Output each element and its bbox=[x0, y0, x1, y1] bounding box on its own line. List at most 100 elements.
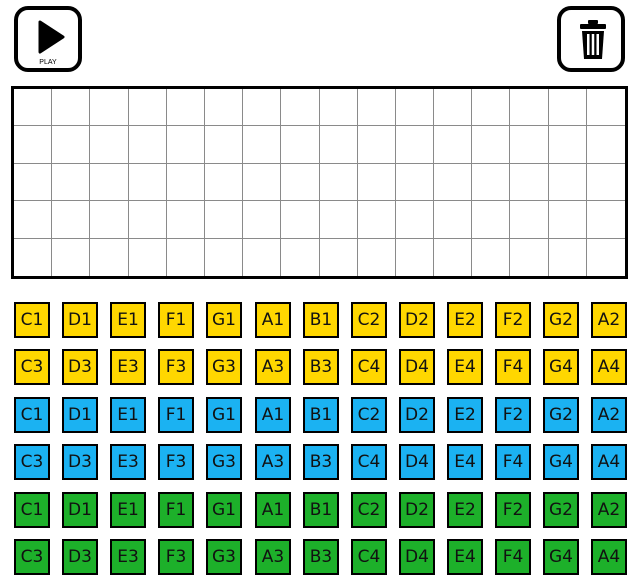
grid-cell[interactable] bbox=[587, 239, 625, 276]
note-button-e1[interactable]: E1 bbox=[110, 302, 146, 338]
note-button-c1[interactable]: C1 bbox=[14, 397, 50, 433]
grid-cell[interactable] bbox=[510, 126, 549, 164]
grid-cell[interactable] bbox=[52, 89, 91, 127]
note-button-a3[interactable]: A3 bbox=[255, 539, 291, 575]
grid-cell[interactable] bbox=[281, 89, 320, 127]
grid-cell[interactable] bbox=[472, 126, 511, 164]
note-button-b1[interactable]: B1 bbox=[303, 492, 339, 528]
note-button-e2[interactable]: E2 bbox=[447, 492, 483, 528]
note-button-f2[interactable]: F2 bbox=[495, 302, 531, 338]
grid-cell[interactable] bbox=[472, 201, 511, 239]
grid-cell[interactable] bbox=[510, 163, 549, 202]
grid-cell[interactable] bbox=[548, 201, 587, 239]
note-button-g3[interactable]: G3 bbox=[206, 349, 242, 385]
note-button-e3[interactable]: E3 bbox=[110, 539, 146, 575]
note-button-g2[interactable]: G2 bbox=[543, 492, 579, 528]
grid-cell[interactable] bbox=[472, 89, 511, 127]
grid-cell[interactable] bbox=[320, 238, 358, 276]
grid-cell[interactable] bbox=[548, 163, 587, 202]
grid-cell[interactable] bbox=[14, 126, 53, 164]
note-button-c3[interactable]: C3 bbox=[14, 539, 50, 575]
note-button-d4[interactable]: D4 bbox=[399, 444, 435, 480]
note-button-f3[interactable]: F3 bbox=[158, 444, 194, 480]
grid-cell[interactable] bbox=[128, 201, 167, 239]
note-button-d4[interactable]: D4 bbox=[399, 349, 435, 385]
grid-cell[interactable] bbox=[90, 238, 129, 276]
grid-cell[interactable] bbox=[434, 163, 473, 202]
grid-cell[interactable] bbox=[549, 238, 587, 276]
grid-cell[interactable] bbox=[14, 163, 53, 202]
grid-cell[interactable] bbox=[243, 238, 282, 276]
grid-cell[interactable] bbox=[204, 163, 244, 202]
grid-cell[interactable] bbox=[548, 89, 587, 127]
grid-cell[interactable] bbox=[319, 201, 358, 239]
note-button-d3[interactable]: D3 bbox=[62, 539, 98, 575]
note-button-c2[interactable]: C2 bbox=[351, 397, 387, 433]
note-button-f4[interactable]: F4 bbox=[495, 444, 531, 480]
grid-cell[interactable] bbox=[357, 163, 396, 202]
grid-cell[interactable] bbox=[548, 126, 587, 164]
note-button-f1[interactable]: F1 bbox=[158, 397, 194, 433]
note-button-g4[interactable]: G4 bbox=[543, 349, 579, 385]
sequencer-grid[interactable] bbox=[11, 86, 628, 279]
grid-cell[interactable] bbox=[243, 126, 282, 164]
note-button-e1[interactable]: E1 bbox=[110, 492, 146, 528]
grid-cell[interactable] bbox=[243, 163, 282, 202]
note-button-a2[interactable]: A2 bbox=[591, 302, 627, 338]
note-button-e1[interactable]: E1 bbox=[110, 397, 146, 433]
grid-cell[interactable] bbox=[166, 163, 205, 202]
grid-cell[interactable] bbox=[52, 126, 91, 164]
note-button-a4[interactable]: A4 bbox=[591, 444, 627, 480]
grid-cell[interactable] bbox=[204, 89, 244, 127]
note-button-c4[interactable]: C4 bbox=[351, 349, 387, 385]
note-button-a1[interactable]: A1 bbox=[255, 397, 291, 433]
grid-cell[interactable] bbox=[357, 89, 396, 127]
grid-cell[interactable] bbox=[128, 89, 167, 127]
grid-cell[interactable] bbox=[204, 126, 244, 164]
note-button-e3[interactable]: E3 bbox=[110, 349, 146, 385]
grid-cell[interactable] bbox=[14, 238, 53, 276]
grid-cell[interactable] bbox=[167, 238, 205, 276]
note-button-f1[interactable]: F1 bbox=[158, 302, 194, 338]
note-button-b3[interactable]: B3 bbox=[303, 539, 339, 575]
grid-cell[interactable] bbox=[90, 163, 129, 202]
grid-cell[interactable] bbox=[128, 126, 167, 164]
grid-cell[interactable] bbox=[243, 201, 282, 239]
grid-cell[interactable] bbox=[472, 238, 511, 276]
grid-cell[interactable] bbox=[90, 201, 129, 239]
note-button-d2[interactable]: D2 bbox=[399, 492, 435, 528]
grid-cell[interactable] bbox=[52, 201, 91, 239]
note-button-e4[interactable]: E4 bbox=[447, 539, 483, 575]
note-button-f4[interactable]: F4 bbox=[495, 539, 531, 575]
grid-cell[interactable] bbox=[204, 201, 244, 239]
grid-cell[interactable] bbox=[395, 201, 435, 239]
note-button-a3[interactable]: A3 bbox=[255, 444, 291, 480]
trash-button[interactable] bbox=[557, 6, 625, 72]
grid-cell[interactable] bbox=[281, 126, 320, 164]
note-button-e3[interactable]: E3 bbox=[110, 444, 146, 480]
play-button[interactable]: PLAY bbox=[14, 6, 82, 72]
note-button-b3[interactable]: B3 bbox=[303, 444, 339, 480]
grid-cell[interactable] bbox=[166, 89, 205, 127]
note-button-f3[interactable]: F3 bbox=[158, 539, 194, 575]
note-button-e4[interactable]: E4 bbox=[447, 349, 483, 385]
grid-cell[interactable] bbox=[434, 126, 473, 164]
note-button-d2[interactable]: D2 bbox=[399, 397, 435, 433]
grid-cell[interactable] bbox=[281, 238, 320, 276]
grid-cell[interactable] bbox=[510, 201, 549, 239]
note-button-d3[interactable]: D3 bbox=[62, 349, 98, 385]
note-button-c2[interactable]: C2 bbox=[351, 492, 387, 528]
note-button-d1[interactable]: D1 bbox=[62, 397, 98, 433]
grid-cell[interactable] bbox=[472, 163, 511, 202]
grid-cell[interactable] bbox=[319, 126, 358, 164]
note-button-c3[interactable]: C3 bbox=[14, 349, 50, 385]
note-button-g2[interactable]: G2 bbox=[543, 397, 579, 433]
grid-cell[interactable] bbox=[586, 89, 625, 127]
note-button-a3[interactable]: A3 bbox=[255, 349, 291, 385]
note-button-f2[interactable]: F2 bbox=[495, 492, 531, 528]
note-button-a4[interactable]: A4 bbox=[591, 539, 627, 575]
grid-cell[interactable] bbox=[205, 238, 244, 276]
note-button-d4[interactable]: D4 bbox=[399, 539, 435, 575]
note-button-c4[interactable]: C4 bbox=[351, 539, 387, 575]
grid-cell[interactable] bbox=[129, 238, 167, 276]
